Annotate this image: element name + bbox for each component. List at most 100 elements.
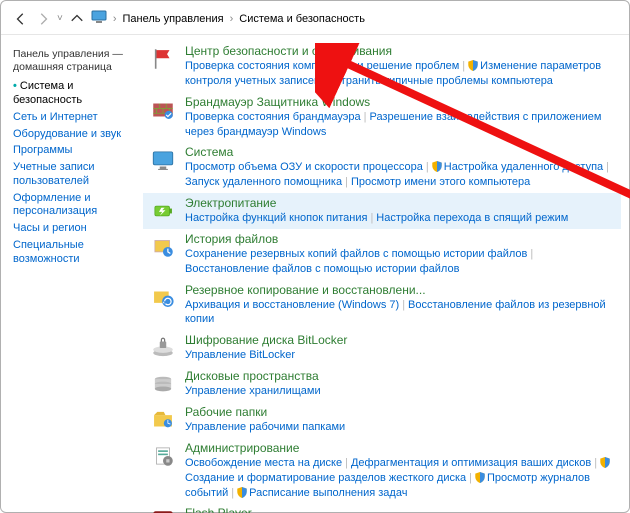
breadcrumb-current[interactable]: Система и безопасность xyxy=(239,13,365,25)
sidebar-item-accounts[interactable]: Учетные записи пользователей xyxy=(13,161,137,189)
category-title[interactable]: История файлов xyxy=(185,232,617,246)
divider: | xyxy=(469,472,472,484)
breadcrumb: › Панель управления › Система и безопасн… xyxy=(113,13,365,25)
category-row: Рабочие папки Управление рабочими папками xyxy=(143,402,621,438)
category-title[interactable]: Система xyxy=(185,145,617,159)
category-icon xyxy=(149,369,177,399)
sidebar-item-appearance[interactable]: Оформление и персонализация xyxy=(13,192,137,220)
sublink[interactable]: Создание и форматирование разделов жестк… xyxy=(185,472,466,484)
uac-shield-icon xyxy=(237,487,249,499)
recent-dropdown-icon[interactable]: ˅ xyxy=(57,13,63,24)
sidebar-item-hardware[interactable]: Оборудование и звук xyxy=(13,128,137,142)
divider: | xyxy=(231,487,234,499)
sublink[interactable]: Дефрагментация и оптимизация ваших диско… xyxy=(351,457,591,469)
category-row: Система Просмотр объема ОЗУ и скорости пр… xyxy=(143,142,621,193)
sidebar: Панель управления — домашняя страница Си… xyxy=(1,35,143,513)
category-icon xyxy=(149,232,177,277)
category-title[interactable]: Администрирование xyxy=(185,441,617,455)
divider: | xyxy=(402,299,405,311)
category-icon xyxy=(149,145,177,190)
category-row: Электропитание Настройка функций кнопок п… xyxy=(143,193,621,229)
sublink-row: Освобождение места на диске|Дефрагментац… xyxy=(185,456,617,501)
divider: | xyxy=(345,457,348,469)
category-list: Центр безопасности и обслуживания Проверк… xyxy=(143,35,629,513)
forward-button[interactable] xyxy=(35,11,51,27)
sidebar-item-programs[interactable]: Программы xyxy=(13,144,137,158)
sidebar-item-clock-region[interactable]: Часы и регион xyxy=(13,222,137,236)
category-title[interactable]: Электропитание xyxy=(185,196,617,210)
divider: | xyxy=(364,111,367,123)
sublink-row: Архивация и восстановление (Windows 7)|В… xyxy=(185,298,617,328)
uac-shield-icon xyxy=(600,457,612,469)
category-row: АдминистрированиеОсвобождение места на д… xyxy=(143,438,621,504)
sublink[interactable]: Проверка состояния компьютера и решение … xyxy=(185,60,459,72)
sublink[interactable]: Просмотр объема ОЗУ и скорости процессор… xyxy=(185,161,423,173)
category-title[interactable]: Резервное копирование и восстановлени... xyxy=(185,283,617,297)
category-title[interactable]: Дисковые пространства xyxy=(185,369,617,383)
category-icon xyxy=(149,95,177,140)
sublink-row: Сохранение резервных копий файлов с помо… xyxy=(185,247,617,277)
uac-shield-icon xyxy=(468,60,480,72)
category-icon xyxy=(149,506,177,513)
sublink-row: Управление BitLocker xyxy=(185,348,617,363)
sublink[interactable]: Освобождение места на диске xyxy=(185,457,342,469)
category-row: Flash Player xyxy=(143,503,621,513)
category-icon xyxy=(149,333,177,363)
sidebar-item-system-security[interactable]: Система и безопасность xyxy=(13,80,137,108)
category-icon xyxy=(149,441,177,501)
category-icon xyxy=(149,196,177,226)
sidebar-item-accessibility[interactable]: Специальные возможности xyxy=(13,239,137,267)
sublink[interactable]: Управление хранилищами xyxy=(185,385,321,397)
sublink[interactable]: Восстановление файлов с помощью истории … xyxy=(185,263,459,275)
sublink[interactable]: Просмотр имени этого компьютера xyxy=(351,176,530,188)
header-bar: ˅ › Панель управления › Система и безопа… xyxy=(1,1,629,35)
uac-shield-icon xyxy=(475,472,487,484)
sidebar-item-network[interactable]: Сеть и Интернет xyxy=(13,111,137,125)
sublink[interactable]: Управление рабочими папками xyxy=(185,421,345,433)
sublink-row: Проверка состояния брандмауэра|Разрешени… xyxy=(185,110,617,140)
sublink-row: Просмотр объема ОЗУ и скорости процессор… xyxy=(185,160,617,190)
category-row: Резервное копирование и восстановлени...… xyxy=(143,280,621,331)
sublink-row: Управление хранилищами xyxy=(185,384,617,399)
sublink[interactable]: Устранить типичные проблемы компьютера xyxy=(329,75,553,87)
divider: | xyxy=(345,176,348,188)
sublink[interactable]: Проверка состояния брандмауэра xyxy=(185,111,361,123)
category-row: Шифрование диска BitLocker Управление Bit… xyxy=(143,330,621,366)
breadcrumb-root[interactable]: Панель управления xyxy=(123,13,224,25)
divider: | xyxy=(323,75,326,87)
sublink[interactable]: Настройка функций кнопок питания xyxy=(185,212,367,224)
category-row: История файлов Сохранение резервных копий… xyxy=(143,229,621,280)
divider: | xyxy=(370,212,373,224)
sublink[interactable]: Запуск удаленного помощника xyxy=(185,176,342,188)
content-body: Панель управления — домашняя страница Си… xyxy=(1,35,629,513)
control-panel-window: ˅ › Панель управления › Система и безопа… xyxy=(0,0,630,513)
control-panel-icon xyxy=(91,9,107,28)
sublink[interactable]: Настройка удаленного доступа xyxy=(444,161,603,173)
category-row: Брандмауэр Защитника WindowsПроверка сос… xyxy=(143,92,621,143)
divider: | xyxy=(426,161,429,173)
category-icon xyxy=(149,405,177,435)
divider: | xyxy=(594,457,597,469)
sublink[interactable]: Сохранение резервных копий файлов с помо… xyxy=(185,248,527,260)
up-button[interactable] xyxy=(69,11,85,27)
sublink-row: Управление рабочими папками xyxy=(185,420,617,435)
back-button[interactable] xyxy=(13,11,29,27)
divider: | xyxy=(530,248,533,260)
category-title[interactable]: Центр безопасности и обслуживания xyxy=(185,44,617,58)
category-title[interactable]: Рабочие папки xyxy=(185,405,617,419)
uac-shield-icon xyxy=(432,161,444,173)
category-icon xyxy=(149,44,177,89)
chevron-right-icon: › xyxy=(230,13,234,25)
category-title[interactable]: Flash Player xyxy=(185,506,617,513)
category-title[interactable]: Брандмауэр Защитника Windows xyxy=(185,95,617,109)
category-title[interactable]: Шифрование диска BitLocker xyxy=(185,333,617,347)
sidebar-home[interactable]: Панель управления — домашняя страница xyxy=(13,48,137,74)
divider: | xyxy=(606,161,609,173)
sublink[interactable]: Настройка перехода в спящий режим xyxy=(376,212,568,224)
sublink[interactable]: Расписание выполнения задач xyxy=(249,487,407,499)
divider: | xyxy=(462,60,465,72)
sublink[interactable]: Управление BitLocker xyxy=(185,349,295,361)
sublink[interactable]: Архивация и восстановление (Windows 7) xyxy=(185,299,399,311)
sublink-row: Проверка состояния компьютера и решение … xyxy=(185,59,617,89)
chevron-right-icon: › xyxy=(113,13,117,25)
